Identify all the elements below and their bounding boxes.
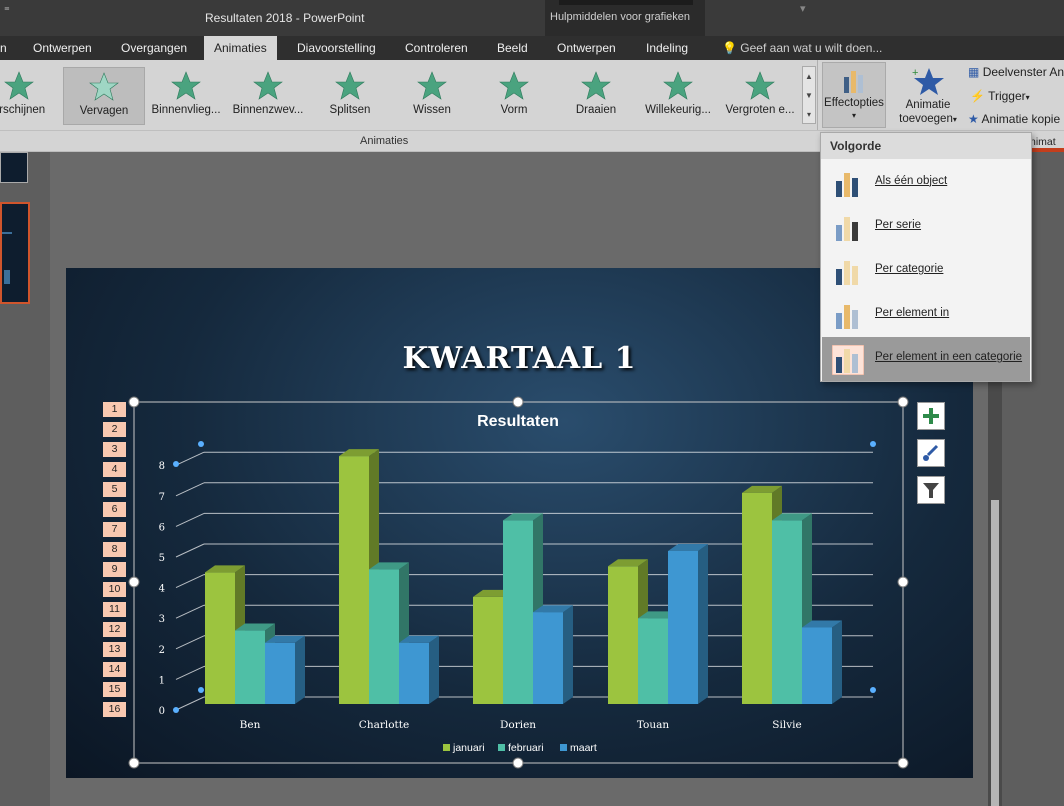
legend-label: maart [570,742,597,754]
y-tick-label: 6 [159,522,165,533]
x-axis: Ben Charlotte Dorien Touan Silvie [240,719,802,731]
sequence-option-3[interactable]: Per categorie [822,249,1030,293]
bar-februari-silvie[interactable] [772,520,802,704]
x-tick-label: Touan [637,719,670,731]
y-tick-label: 2 [159,645,165,656]
gridline-depth [175,604,205,619]
sequence-option-5[interactable]: Per element in een categorie [822,337,1030,381]
gridline-depth [175,574,205,589]
chart-elements-button[interactable] [917,402,945,430]
sequence-option-label: Per categorie [875,263,944,275]
bar-februari-charlotte[interactable] [369,569,399,704]
y-tick-label: 0 [159,706,165,717]
x-tick-label: Dorien [500,719,536,731]
plus-icon [923,408,939,424]
x-tick-label: Ben [240,719,261,731]
bar-side [563,605,573,704]
plot-area-handle[interactable] [870,441,876,447]
resize-handle[interactable] [512,757,524,769]
plot-area-handle[interactable] [870,687,876,693]
sequence-option-label: Per element in [875,307,950,319]
sequence-icon [836,217,858,241]
plot-area-handle[interactable] [173,707,179,713]
resize-handle[interactable] [128,576,140,588]
bar-side [429,635,439,704]
sequence-icon [836,305,858,329]
legend-swatch [560,744,567,751]
bar-maart-touan[interactable] [668,551,698,704]
chart-title[interactable]: Resultaten [477,413,559,430]
bar-maart-silvie[interactable] [802,627,832,705]
dropdown-header: Volgorde [821,133,1031,159]
bar-maart-dorien[interactable] [533,612,563,704]
resize-handle[interactable] [128,396,140,408]
bar-januari-ben[interactable] [205,572,235,704]
gridline-depth [175,543,205,558]
resize-handle[interactable] [512,396,524,408]
gridline-depth [175,635,205,650]
bar-maart-ben[interactable] [265,642,295,704]
bar-maart-charlotte[interactable] [399,642,429,704]
gridline-depth [175,512,205,527]
sequence-option-label: Per serie [875,219,922,231]
sequence-option-2[interactable]: Per serie [822,205,1030,249]
gridline-depth [175,665,205,680]
y-tick-label: 3 [159,614,165,625]
gridline-depth [175,482,205,497]
x-tick-label: Silvie [772,719,801,731]
brush-icon [923,444,939,461]
filter-icon [923,483,939,498]
bar-side [698,544,708,704]
legend-label: februari [508,742,544,754]
gridline-depth [175,696,205,711]
chart-styles-button[interactable] [917,439,945,467]
bar-januari-charlotte[interactable] [339,456,369,704]
effect-options-dropdown: Volgorde Als één object Per serie Per cate… [820,132,1032,382]
plot-area-handle[interactable] [198,441,204,447]
sequence-option-4[interactable]: Per element in [822,293,1030,337]
gridline-depth [175,451,205,466]
x-tick-label: Charlotte [359,719,409,731]
bar-januari-touan[interactable] [608,566,638,704]
sequence-option-1[interactable]: Als één object [822,161,1030,205]
legend[interactable]: januari februari maart [443,742,597,754]
legend-label: januari [452,742,485,754]
bar-februari-touan[interactable] [638,618,668,704]
y-tick-label: 5 [159,553,165,564]
y-tick-label: 4 [159,584,165,595]
bar-januari-silvie[interactable] [742,492,772,704]
resize-handle[interactable] [128,757,140,769]
resize-handle[interactable] [897,757,909,769]
legend-swatch [498,744,505,751]
chart-filters-button[interactable] [917,476,945,504]
bars [205,449,842,704]
sequence-icon [836,173,858,197]
y-axis: 0 1 2 3 4 5 6 7 8 [159,461,165,717]
y-tick-label: 8 [159,461,165,472]
sequence-option-label: Als één object [875,175,948,187]
sequence-icon [836,261,858,285]
bar-februari-ben[interactable] [235,630,265,704]
sequence-option-label: Per element in een categorie [875,351,1023,363]
bar-januari-dorien[interactable] [473,596,503,704]
bar-side [832,620,842,704]
bar-side [295,635,305,704]
sequence-icon [832,345,864,375]
y-tick-label: 7 [159,492,165,503]
y-tick-label: 1 [159,675,165,686]
chart[interactable]: Resultaten 0 1 2 3 4 5 6 7 8 Ben Charlotte Dorien T… [0,0,1064,806]
resize-handle[interactable] [897,396,909,408]
plot-area-handle[interactable] [173,461,179,467]
plot-area-handle[interactable] [198,687,204,693]
legend-swatch [443,744,450,751]
bar-februari-dorien[interactable] [503,520,533,704]
resize-handle[interactable] [897,576,909,588]
